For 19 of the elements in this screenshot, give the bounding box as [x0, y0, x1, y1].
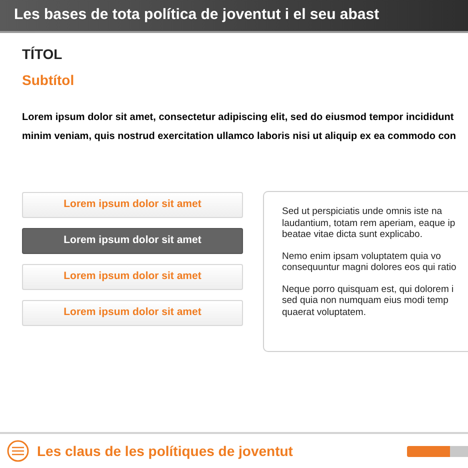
menu-icon[interactable]	[7, 440, 29, 462]
page-subtitle: Subtítol	[22, 71, 76, 89]
option-button[interactable]: Lorem ipsum dolor sit amet	[22, 228, 243, 254]
intro-text: Lorem ipsum dolor sit amet, consectetur adipiscing elit, sed do eiusmod tempor incididunt	[22, 111, 454, 125]
intro-text: minim veniam, quis nostrud exercitation ullamco laboris nisi ut aliquip ex ea commodo con	[22, 130, 456, 144]
panel-text: sed quia non numquam eius modi temp	[282, 295, 448, 306]
footer-title: Les claus de les polítiques de joventut	[37, 442, 293, 461]
panel-text: Neque porro quisquam est, qui dolorem i	[282, 284, 454, 295]
page-title: TÍTOL	[22, 45, 64, 63]
panel-text: laudantium, totam rem aperiam, eaque ip	[282, 218, 456, 229]
option-button[interactable]: Lorem ipsum dolor sit amet	[22, 192, 243, 218]
panel-text: beatae vitae dicta sunt explicabo.	[282, 229, 422, 240]
panel-text: quaerat voluptatem.	[282, 306, 366, 318]
panel-text: Sed ut perspiciatis unde omnis iste na	[282, 206, 442, 218]
panel-text: Nemo enim ipsam voluptatem quia vo	[282, 250, 441, 262]
panel-text: consequuntur magni dolores eos qui ratio	[282, 262, 456, 274]
header-title: Les bases de tota política de joventut i el seu abast	[14, 5, 380, 26]
option-button[interactable]: Lorem ipsum dolor sit amet	[22, 264, 243, 290]
option-button[interactable]: Lorem ipsum dolor sit amet	[22, 300, 243, 326]
